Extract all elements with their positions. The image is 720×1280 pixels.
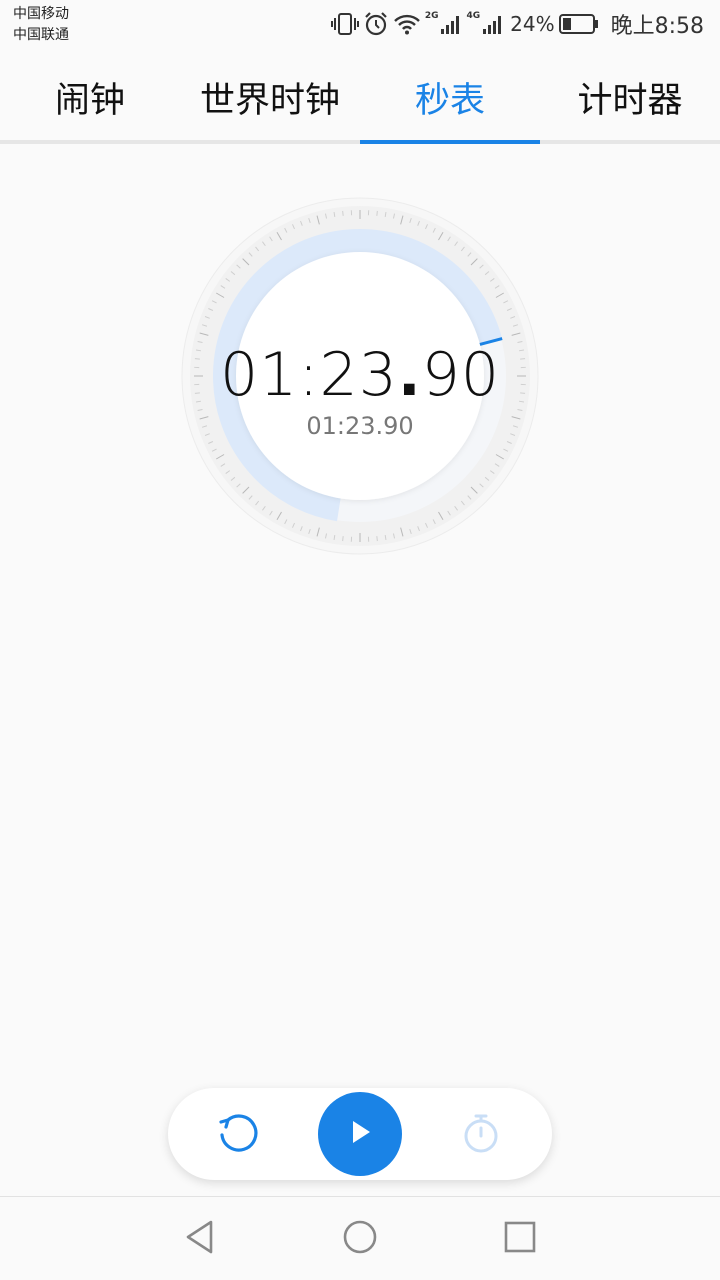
- status-time: 晚上8:58: [610, 14, 704, 39]
- dial-tick: [342, 210, 344, 216]
- signal-icon: [482, 13, 504, 35]
- stopwatch-icon: [460, 1112, 502, 1158]
- recents-icon: [503, 1220, 537, 1258]
- home-button[interactable]: [338, 1217, 382, 1261]
- active-tab-indicator: [360, 140, 540, 144]
- lap-time: 01:23.90: [306, 412, 414, 440]
- alarm-icon: [363, 11, 389, 37]
- carrier-2: 中国联通: [13, 27, 69, 43]
- network-type-2: 4G: [466, 11, 481, 21]
- tab-timer[interactable]: 计时器: [540, 72, 720, 123]
- vibrate-icon: [330, 12, 359, 36]
- battery-percent: 24%: [510, 12, 555, 36]
- dial-tick: [342, 536, 344, 542]
- status-icons: 2G 4G 24% 晚上8:58: [330, 8, 704, 40]
- dial-tick: [376, 536, 378, 542]
- carrier-info: 中国移动 中国联通: [13, 4, 69, 46]
- status-bar: 中国移动 中国联通 2G 4G 24% 晚上8:58: [0, 0, 720, 48]
- reset-icon: [214, 1110, 260, 1160]
- reset-button[interactable]: [210, 1108, 264, 1162]
- back-icon: [183, 1219, 217, 1259]
- dial-tick: [376, 210, 378, 216]
- signal-icon: [440, 13, 462, 35]
- back-button[interactable]: [178, 1217, 222, 1261]
- battery-icon: [558, 13, 599, 35]
- tab-bar: 闹钟 世界时钟 秒表 计时器: [0, 48, 720, 144]
- home-icon: [342, 1219, 378, 1259]
- network-type-1: 2G: [424, 11, 439, 21]
- carrier-1: 中国移动: [13, 6, 69, 22]
- lap-button[interactable]: [454, 1108, 508, 1162]
- tab-world-clock[interactable]: 世界时钟: [180, 72, 360, 123]
- wifi-icon: [393, 13, 421, 35]
- play-button[interactable]: [318, 1092, 402, 1176]
- elapsed-minutes: 01: [219, 340, 299, 410]
- elapsed-seconds: 23: [319, 340, 398, 410]
- tab-stopwatch[interactable]: 秒表: [360, 72, 540, 123]
- recents-button[interactable]: [498, 1217, 542, 1261]
- navigation-bar: [0, 1196, 720, 1280]
- elapsed-centiseconds: 90: [421, 340, 501, 410]
- tab-alarm[interactable]: 闹钟: [0, 72, 180, 123]
- play-icon: [345, 1117, 375, 1151]
- elapsed-time: 01:23.90: [219, 340, 501, 410]
- control-bar: [168, 1088, 552, 1180]
